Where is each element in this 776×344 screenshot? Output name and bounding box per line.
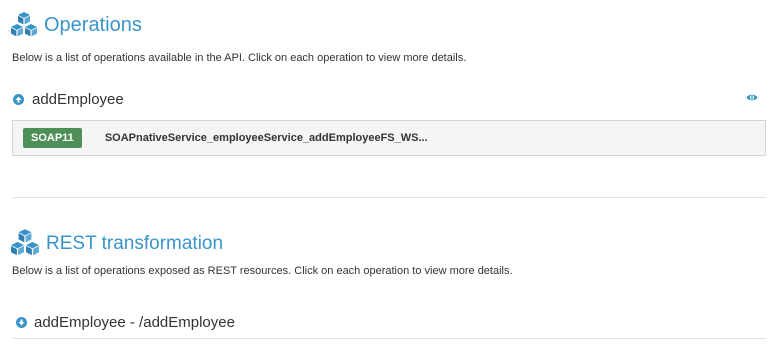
rest-description: Below is a list of operations exposed as… bbox=[12, 265, 513, 277]
section-divider bbox=[12, 197, 766, 198]
bottom-divider bbox=[12, 338, 766, 339]
operations-title: Operations bbox=[44, 14, 142, 36]
binding-name: SOAPnativeService_employeeService_addEmp… bbox=[104, 132, 428, 144]
soap-binding-row[interactable]: SOAP11 SOAPnativeService_employeeService… bbox=[12, 120, 766, 156]
operation-addemployee[interactable]: addEmployee bbox=[13, 91, 124, 108]
operation-name: addEmployee bbox=[32, 91, 124, 108]
operations-header: Operations bbox=[10, 12, 142, 38]
soap-version-badge: SOAP11 bbox=[23, 128, 82, 148]
rest-header: REST transformation bbox=[10, 229, 223, 257]
rest-operation-name: addEmployee - /addEmployee bbox=[34, 314, 235, 331]
eye-icon[interactable] bbox=[746, 89, 758, 107]
rest-title: REST transformation bbox=[46, 232, 224, 254]
arrow-up-circle-icon bbox=[13, 94, 24, 105]
arrow-down-circle-icon bbox=[16, 317, 27, 328]
api-operations-page: Operations Below is a list of operations… bbox=[0, 0, 776, 344]
cubes-icon bbox=[10, 229, 40, 257]
rest-operation-addemployee[interactable]: addEmployee - /addEmployee bbox=[16, 314, 235, 331]
cubes-icon bbox=[10, 12, 38, 38]
operations-description: Below is a list of operations available … bbox=[12, 52, 467, 64]
